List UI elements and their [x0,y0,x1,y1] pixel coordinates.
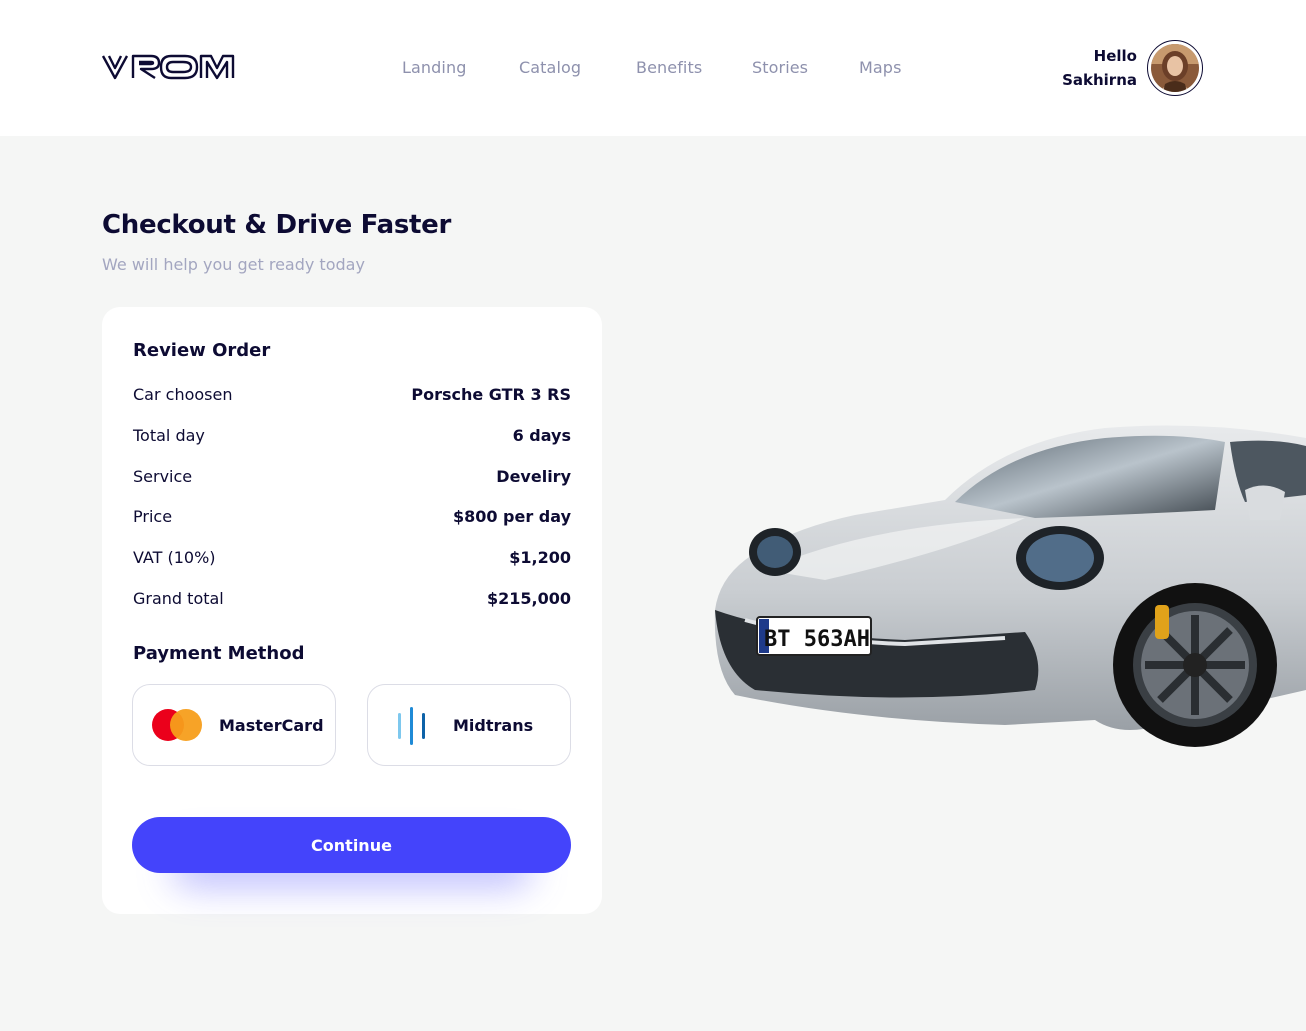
order-row-label: Service [133,466,193,486]
user-name: Sakhirna [1062,71,1137,89]
order-row-label: Car choosen [133,384,233,404]
page-title: Checkout & Drive Faster [102,210,452,240]
order-row-price: Price $800 per day [133,504,571,528]
avatar[interactable] [1147,40,1203,96]
order-row-grand-total: Grand total $215,000 [133,586,571,610]
svg-text:BT 563AH: BT 563AH [764,627,870,652]
review-order-title: Review Order [133,340,271,361]
order-row-vat: VAT (10%) $1,200 [133,545,571,569]
order-row-service: Service Develiry [133,464,571,488]
header: Landing Catalog Benefits Stories Maps He… [0,0,1306,136]
nav-stories[interactable]: Stories [752,58,808,77]
order-row-label: Total day [133,425,205,445]
nav-maps[interactable]: Maps [859,58,902,77]
payment-option-label: MasterCard [219,715,324,735]
payment-option-midtrans[interactable]: Midtrans [367,684,571,766]
user-greeting: Hello [1093,47,1137,65]
nav-benefits[interactable]: Benefits [636,58,702,77]
order-row-value: Porsche GTR 3 RS [411,384,571,404]
order-row-value: $1,200 [509,547,571,567]
order-row-label: Grand total [133,588,224,608]
payment-option-mastercard[interactable]: MasterCard [132,684,336,766]
continue-button[interactable]: Continue [132,817,571,873]
order-row-label: Price [133,506,173,526]
avatar-image [1151,44,1199,92]
order-row-value: 6 days [512,425,571,445]
checkout-card: Review Order Car choosen Porsche GTR 3 R… [102,307,602,914]
order-row-total-day: Total day 6 days [133,423,571,447]
payment-option-label: Midtrans [453,715,534,735]
order-row-value: $800 per day [452,506,571,526]
page-subtitle: We will help you get ready today [102,255,365,274]
user-greeting-block: Hello Sakhirna [1062,44,1137,92]
nav-catalog[interactable]: Catalog [519,58,581,77]
user-menu[interactable]: Hello Sakhirna [1062,40,1203,96]
payment-method-title: Payment Method [133,643,305,664]
nav-landing[interactable]: Landing [402,58,466,77]
order-row-value: $215,000 [486,588,571,608]
order-row-value: Develiry [496,466,571,486]
mastercard-icon [152,709,204,741]
order-row-label: VAT (10%) [133,547,216,567]
car-image: BT 563AH [705,420,1306,750]
order-row-car: Car choosen Porsche GTR 3 RS [133,382,571,406]
midtrans-icon [398,707,425,745]
